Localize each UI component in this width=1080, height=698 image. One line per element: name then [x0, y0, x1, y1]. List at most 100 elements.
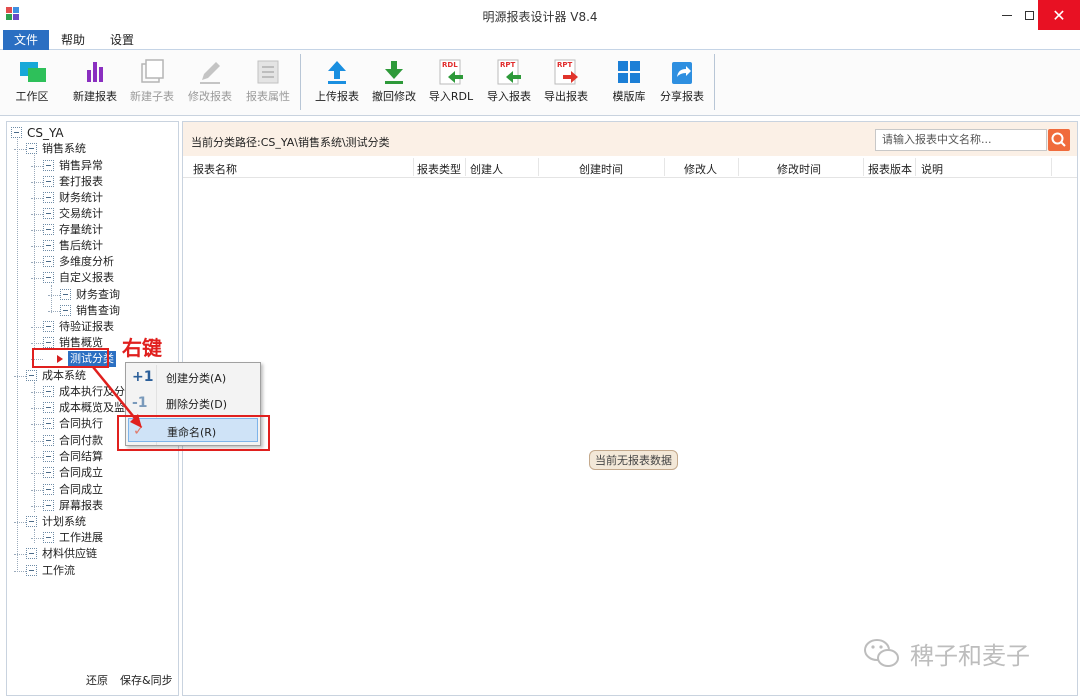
column-divider[interactable]: [1051, 158, 1052, 176]
collapse-icon[interactable]: [43, 418, 54, 429]
column-header[interactable]: 修改时间: [777, 161, 821, 177]
tree-node-label: 工作进展: [59, 531, 103, 544]
edit-report-button[interactable]: 修改报表: [184, 54, 236, 114]
import-rdl-icon: RDL: [439, 59, 463, 85]
collapse-icon[interactable]: [43, 224, 54, 235]
collapse-icon[interactable]: [43, 451, 54, 462]
collapse-icon[interactable]: [43, 532, 54, 543]
revert-changes-button[interactable]: 撤回修改: [368, 54, 420, 114]
tree-connector: [31, 327, 43, 328]
collapse-icon[interactable]: [43, 256, 54, 267]
annotation-highlight-node: [32, 348, 109, 368]
download-icon: [385, 61, 403, 84]
close-icon: ✕: [1052, 5, 1066, 25]
column-header[interactable]: 报表类型: [417, 161, 461, 177]
tree-node-label: 销售系统: [42, 142, 86, 155]
column-divider[interactable]: [465, 158, 466, 176]
collapse-icon[interactable]: [43, 402, 54, 413]
tree-connector: [34, 382, 35, 512]
collapse-icon[interactable]: [43, 192, 54, 203]
column-divider[interactable]: [915, 158, 916, 176]
collapse-icon[interactable]: [43, 337, 54, 348]
column-header[interactable]: 修改人: [684, 161, 717, 177]
collapse-icon[interactable]: [26, 548, 37, 559]
tree-node-label: 自定义报表: [59, 271, 114, 284]
column-header[interactable]: 报表名称: [193, 161, 237, 177]
tree-node-label: 销售查询: [76, 304, 120, 317]
add-category-icon: +1: [132, 369, 154, 385]
tree-connector: [31, 198, 43, 199]
column-header[interactable]: 创建时间: [579, 161, 623, 177]
tab-settings[interactable]: 设置: [99, 30, 145, 51]
upload-report-button[interactable]: 上传报表: [311, 54, 363, 114]
collapse-icon[interactable]: [43, 321, 54, 332]
collapse-icon[interactable]: [43, 272, 54, 283]
restore-button[interactable]: 还原: [86, 672, 108, 688]
template-library-icon: [618, 61, 640, 83]
minimize-icon: [1002, 14, 1012, 16]
column-divider[interactable]: [738, 158, 739, 176]
rpt-badge: RPT: [500, 61, 516, 69]
share-report-button[interactable]: 分享报表: [656, 54, 708, 114]
tree-footer: 还原 保存&同步: [7, 670, 178, 694]
tab-file[interactable]: 文件: [3, 30, 50, 51]
tree-connector: [34, 529, 35, 543]
tree-connector: [31, 343, 43, 344]
column-header[interactable]: 报表版本: [868, 161, 912, 177]
search-input[interactable]: 请输入报表中文名称...: [875, 129, 1047, 151]
tree-node-label: 待验证报表: [59, 320, 114, 333]
template-library-button[interactable]: 模版库: [603, 54, 655, 114]
tree-node-label: 成本执行及分: [59, 385, 125, 398]
tree-node-label: 售后统计: [59, 239, 103, 252]
tab-help[interactable]: 帮助: [50, 30, 96, 51]
save-sync-button[interactable]: 保存&同步: [120, 672, 173, 688]
collapse-icon[interactable]: [43, 160, 54, 171]
collapse-icon[interactable]: [43, 208, 54, 219]
collapse-icon[interactable]: [60, 305, 71, 316]
collapse-icon[interactable]: [26, 370, 37, 381]
tree-node-label: 合同结算: [59, 450, 103, 463]
column-divider[interactable]: [664, 158, 665, 176]
search-button[interactable]: [1048, 129, 1070, 151]
tree-node-label: 财务统计: [59, 191, 103, 204]
import-report-button[interactable]: RPT 导入报表: [483, 54, 535, 114]
collapse-icon[interactable]: [43, 484, 54, 495]
collapse-icon[interactable]: [11, 127, 22, 138]
tree-connector: [31, 538, 43, 539]
collapse-icon[interactable]: [43, 500, 54, 511]
menu-item-create-category[interactable]: +1 创建分类(A): [128, 365, 258, 389]
report-properties-label: 报表属性: [246, 90, 290, 103]
collapse-icon[interactable]: [26, 143, 37, 154]
tree-node-label: 合同成立: [59, 483, 103, 496]
tree-node-label: 交易统计: [59, 207, 103, 220]
tree-connector: [14, 376, 26, 377]
column-header[interactable]: 说明: [921, 161, 943, 177]
collapse-icon[interactable]: [43, 467, 54, 478]
export-report-button[interactable]: RPT 导出报表: [540, 54, 592, 114]
menu-item-delete-category[interactable]: -1 删除分类(D): [128, 391, 258, 415]
ribbon-separator: [714, 54, 715, 110]
column-divider[interactable]: [863, 158, 864, 176]
import-rdl-button[interactable]: RDL 导入RDL: [425, 54, 477, 114]
tree-connector: [31, 278, 43, 279]
close-button[interactable]: ✕: [1038, 0, 1080, 30]
collapse-icon[interactable]: [43, 176, 54, 187]
share-icon: [672, 62, 692, 84]
workspace-button[interactable]: 工作区: [6, 54, 58, 114]
export-rpt-icon: RPT: [554, 59, 578, 85]
tree-connector: [48, 311, 60, 312]
collapse-icon[interactable]: [43, 435, 54, 446]
collapse-icon[interactable]: [43, 240, 54, 251]
new-report-button[interactable]: 新建报表: [69, 54, 121, 114]
category-path: 当前分类路径:CS_YA\销售系统\测试分类: [191, 136, 390, 149]
column-divider[interactable]: [538, 158, 539, 176]
new-subtable-button[interactable]: 新建子表: [126, 54, 178, 114]
collapse-icon[interactable]: [43, 386, 54, 397]
collapse-icon[interactable]: [26, 565, 37, 576]
tree-connector: [31, 230, 43, 231]
collapse-icon[interactable]: [26, 516, 37, 527]
collapse-icon[interactable]: [60, 289, 71, 300]
column-divider[interactable]: [413, 158, 414, 176]
report-properties-button[interactable]: 报表属性: [242, 54, 294, 114]
column-header[interactable]: 创建人: [470, 161, 503, 177]
